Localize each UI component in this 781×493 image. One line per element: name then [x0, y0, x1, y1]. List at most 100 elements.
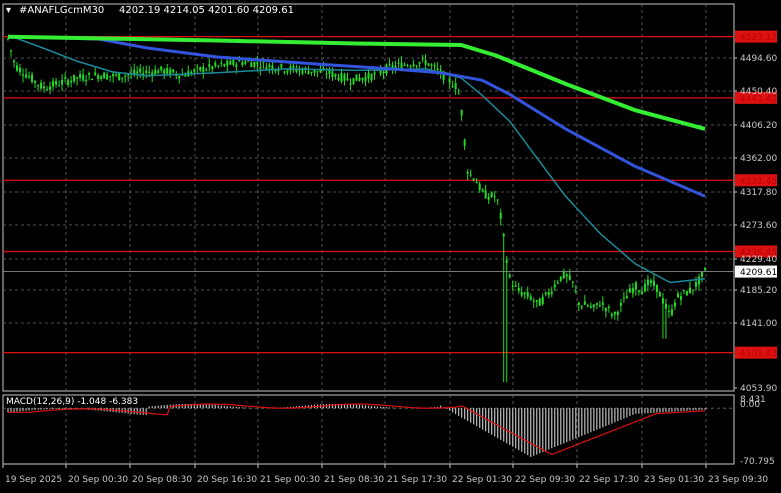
candle-body	[115, 74, 118, 76]
candle-body	[49, 86, 52, 90]
y-tick-label: 4362.00	[740, 154, 777, 164]
x-tick-label: 20 Sep 16:30	[197, 475, 257, 485]
candle-body	[691, 289, 694, 291]
candle-body	[349, 83, 352, 85]
candle-body	[556, 282, 559, 284]
candle-body	[388, 63, 391, 66]
candle-body	[448, 78, 451, 83]
candle-body	[598, 305, 601, 307]
candle-body	[403, 64, 406, 66]
macd-layer	[3, 403, 734, 457]
candle-body	[136, 71, 139, 74]
candle-body	[631, 288, 634, 294]
candle-body	[154, 69, 157, 75]
chart-canvas[interactable]: 4523.174441.424331.454236.454101.434209.…	[0, 0, 781, 489]
candle-body	[109, 75, 112, 77]
candle-body	[214, 62, 217, 66]
candle-body	[241, 62, 244, 66]
current-price-label: 4209.61	[740, 268, 777, 278]
candle-body	[424, 60, 427, 65]
candle-body	[295, 69, 298, 72]
candle-body	[340, 72, 343, 82]
candle-body	[334, 73, 337, 77]
candle-body	[628, 288, 631, 293]
candle-body	[355, 74, 358, 81]
y-tick-label: 4141.00	[740, 319, 777, 329]
x-tick-label: 21 Sep 17:30	[387, 475, 447, 485]
candle-body	[634, 282, 637, 290]
candle-body	[451, 86, 454, 88]
candle-body	[100, 76, 103, 80]
candle-body	[184, 74, 187, 77]
candle-body	[610, 313, 613, 316]
candle-body	[511, 285, 514, 287]
candle-body	[343, 74, 346, 81]
candle-body	[85, 79, 88, 82]
candle-body	[67, 80, 70, 85]
y-tick-label: 4317.80	[740, 188, 777, 198]
candle-body	[91, 78, 94, 81]
y-tick-label: 4053.90	[740, 384, 777, 394]
candle-body	[196, 66, 199, 68]
candle-body	[382, 71, 385, 74]
candle-body	[493, 196, 496, 198]
candle-body	[97, 75, 100, 80]
candle-body	[22, 74, 25, 76]
candle-body	[280, 63, 283, 68]
candle-body	[517, 287, 520, 292]
candle-body	[259, 67, 262, 69]
candle-body	[76, 77, 79, 79]
y-tick-label: 4273.60	[740, 221, 777, 231]
candle-body	[124, 75, 127, 77]
candle-body	[646, 279, 649, 286]
candle-body	[79, 74, 82, 78]
candle-body	[454, 82, 457, 90]
candle-body	[625, 296, 628, 299]
candle-body	[172, 69, 175, 73]
candle-body	[283, 71, 286, 73]
candle-body	[256, 62, 259, 65]
candle-body	[682, 290, 685, 292]
chart-collapse-icon[interactable]: ▾	[6, 5, 11, 16]
candle-body	[292, 65, 295, 68]
candle-body	[118, 72, 121, 81]
candle-body	[592, 304, 595, 308]
candle-body	[607, 306, 610, 308]
candle-body	[502, 233, 505, 237]
candle-body	[58, 85, 61, 87]
candle-body	[577, 302, 580, 306]
candle-body	[358, 77, 361, 81]
x-tick-label: 22 Sep 01:30	[452, 475, 512, 485]
candle-body	[649, 280, 652, 284]
candle-body	[28, 76, 31, 78]
ma-slow-line	[7, 34, 706, 131]
candle-body	[418, 62, 421, 64]
candle-body	[226, 60, 229, 66]
ma-fast-line	[7, 34, 706, 284]
candle-body	[232, 60, 235, 65]
candle-body	[475, 182, 478, 184]
candle-body	[685, 291, 688, 296]
candle-body	[430, 64, 433, 66]
candle-body	[61, 80, 64, 85]
price-level-label: 4101.43	[740, 349, 777, 359]
candle-body	[583, 301, 586, 305]
candle-body	[523, 292, 526, 294]
candle-body	[406, 65, 409, 67]
moving-averages	[7, 34, 706, 284]
candle-body	[472, 178, 475, 181]
candle-body	[481, 189, 484, 192]
x-tick-label: 23 Sep 01:30	[644, 475, 704, 485]
candle-body	[367, 72, 370, 79]
candle-body	[193, 69, 196, 72]
candle-body	[217, 65, 220, 67]
candle-body	[658, 291, 661, 297]
candle-body	[145, 70, 148, 74]
chart-window[interactable]: 4523.17 4441.42 4331.45 4236.45 4101.43 4209.…	[0, 0, 781, 489]
candle-body	[370, 74, 373, 81]
candle-body	[10, 50, 13, 52]
candle-body	[694, 281, 697, 287]
candle-body	[235, 64, 238, 68]
macd-signal-line	[8, 403, 706, 456]
candle-body	[25, 74, 28, 78]
